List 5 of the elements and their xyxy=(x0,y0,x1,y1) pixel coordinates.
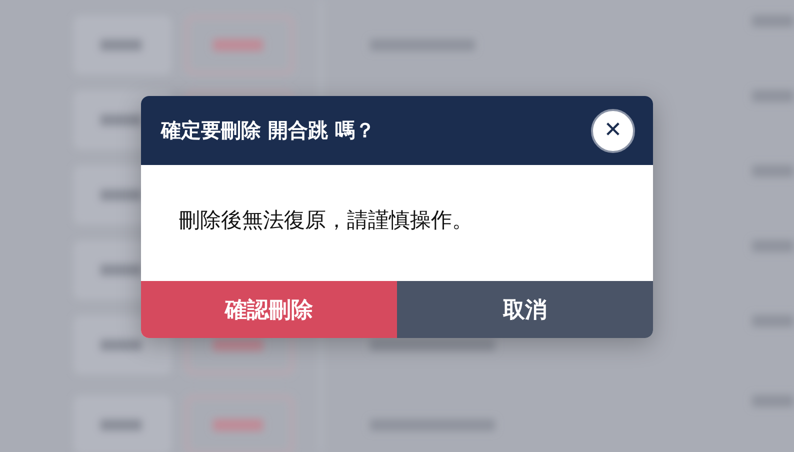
dialog-message: 刪除後無法復原，請謹慎操作。 xyxy=(179,207,473,234)
dialog-title: 確定要刪除 開合跳 嗎？ xyxy=(161,117,375,144)
cancel-button[interactable]: 取消 xyxy=(397,281,653,338)
close-button[interactable]: ✕ xyxy=(591,108,635,152)
confirm-delete-button[interactable]: 確認刪除 xyxy=(141,281,397,338)
